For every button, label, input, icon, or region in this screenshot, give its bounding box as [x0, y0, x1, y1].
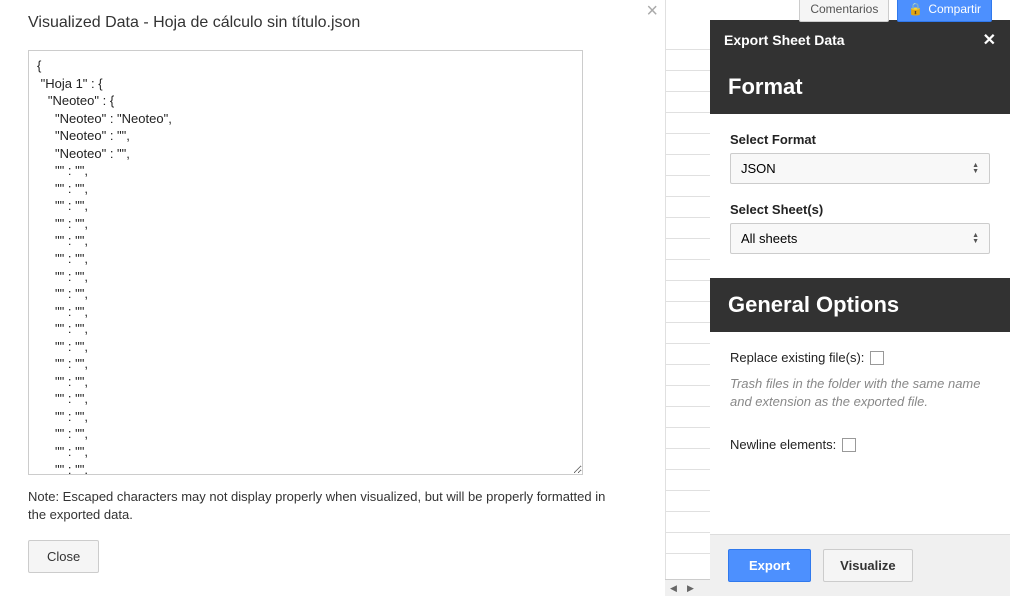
- horizontal-scrollbar[interactable]: ◀ ▶: [665, 579, 710, 596]
- export-sidebar: Export Sheet Data ✕ Format Select Format…: [710, 20, 1010, 596]
- sidebar-title: Export Sheet Data: [724, 32, 845, 48]
- export-button[interactable]: Export: [728, 549, 811, 582]
- spreadsheet-grid: [665, 0, 715, 596]
- format-select[interactable]: JSON ▲▼: [730, 153, 990, 184]
- replace-files-label: Replace existing file(s):: [730, 350, 864, 365]
- sheet-select-value: All sheets: [741, 231, 797, 246]
- newline-elements-checkbox[interactable]: [842, 438, 856, 452]
- sidebar-footer: Export Visualize: [710, 534, 1010, 596]
- updown-icon: ▲▼: [972, 163, 979, 175]
- updown-icon: ▲▼: [972, 233, 979, 245]
- json-output-textarea[interactable]: [28, 50, 583, 475]
- general-options-heading: General Options: [710, 278, 1010, 332]
- select-format-label: Select Format: [730, 132, 990, 147]
- share-label: Compartir: [928, 2, 981, 16]
- newline-elements-label: Newline elements:: [730, 437, 836, 452]
- share-icon: 🔒: [908, 2, 923, 16]
- sidebar-header: Export Sheet Data ✕: [710, 20, 1010, 60]
- format-select-value: JSON: [741, 161, 776, 176]
- close-icon[interactable]: ×: [646, 0, 658, 23]
- scroll-right-icon[interactable]: ▶: [682, 583, 699, 594]
- close-button[interactable]: Close: [28, 540, 99, 573]
- replace-files-checkbox[interactable]: [870, 351, 884, 365]
- share-button[interactable]: 🔒 Compartir: [897, 0, 992, 22]
- modal-title: Visualized Data - Hoja de cálculo sin tí…: [28, 14, 648, 32]
- visualize-button[interactable]: Visualize: [823, 549, 912, 582]
- replace-files-desc: Trash files in the folder with the same …: [730, 375, 990, 411]
- select-sheet-label: Select Sheet(s): [730, 202, 990, 217]
- visualized-data-modal: × Visualized Data - Hoja de cálculo sin …: [28, 0, 648, 573]
- scroll-left-icon[interactable]: ◀: [665, 583, 682, 594]
- sidebar-close-icon[interactable]: ✕: [983, 30, 996, 50]
- escaped-chars-note: Note: Escaped characters may not display…: [28, 488, 618, 524]
- comments-button[interactable]: Comentarios: [799, 0, 889, 22]
- sheet-select[interactable]: All sheets ▲▼: [730, 223, 990, 254]
- format-heading: Format: [710, 60, 1010, 114]
- sidebar-body: Format Select Format JSON ▲▼ Select Shee…: [710, 60, 1010, 534]
